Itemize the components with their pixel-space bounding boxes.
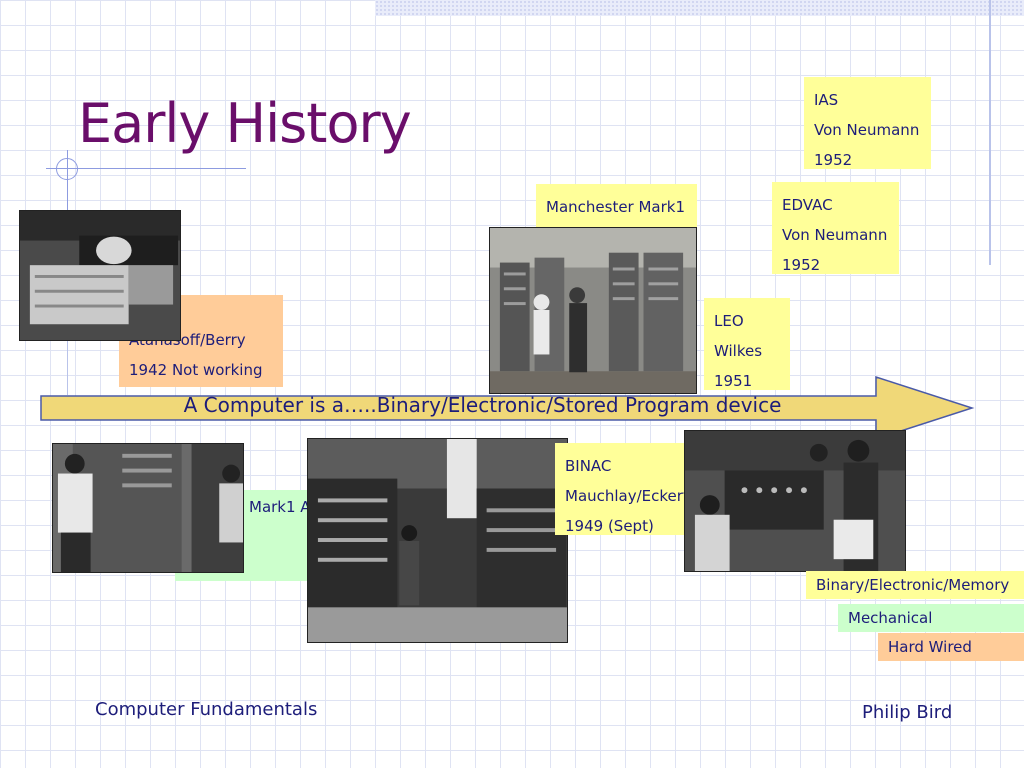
ias-box: IAS Von Neumann 1952 [804,77,931,169]
ias-inventor: Von Neumann [814,121,920,139]
binac-box: BINAC Mauchlay/Eckert 1949 (Sept) [555,443,690,535]
binac-inventor: Mauchlay/Eckert [565,487,689,505]
crosshair-vertical [67,150,68,210]
edvac-year: 1952 [782,256,821,274]
binac-year: 1949 (Sept) [565,517,654,535]
eniac-operators-photo [52,443,244,573]
univac-photo [684,430,906,572]
ias-name: IAS [814,91,839,109]
footer-author: Philip Bird [862,702,953,723]
legend-binary-electronic-memory: Binary/Electronic/Memory [806,571,1024,599]
leo-name: LEO [714,312,744,330]
edvac-box: EDVAC Von Neumann 1952 [772,182,899,274]
legend-mechanical: Mechanical [838,604,1024,632]
manchester-name: Manchester Mark1 [546,198,686,216]
atanasoff-berry-photo [19,210,181,341]
edvac-name: EDVAC [782,196,833,214]
top-pattern-band [375,0,1024,16]
right-vertical-line [989,0,991,265]
leo-inventor: Wilkes [714,342,763,360]
slide-title: Early History [78,92,412,155]
binac-name: BINAC [565,457,612,475]
mark1-name: Mark1 A [249,498,311,516]
manchester-mark1-photo [489,227,697,394]
timeline-banner: A Computer is a…..Binary/Electronic/Stor… [183,393,782,417]
eniac-room-photo [307,438,568,643]
edvac-inventor: Von Neumann [782,226,888,244]
ias-year: 1952 [814,151,853,169]
footer-course: Computer Fundamentals [95,699,318,720]
legend-hard-wired: Hard Wired [878,633,1024,661]
